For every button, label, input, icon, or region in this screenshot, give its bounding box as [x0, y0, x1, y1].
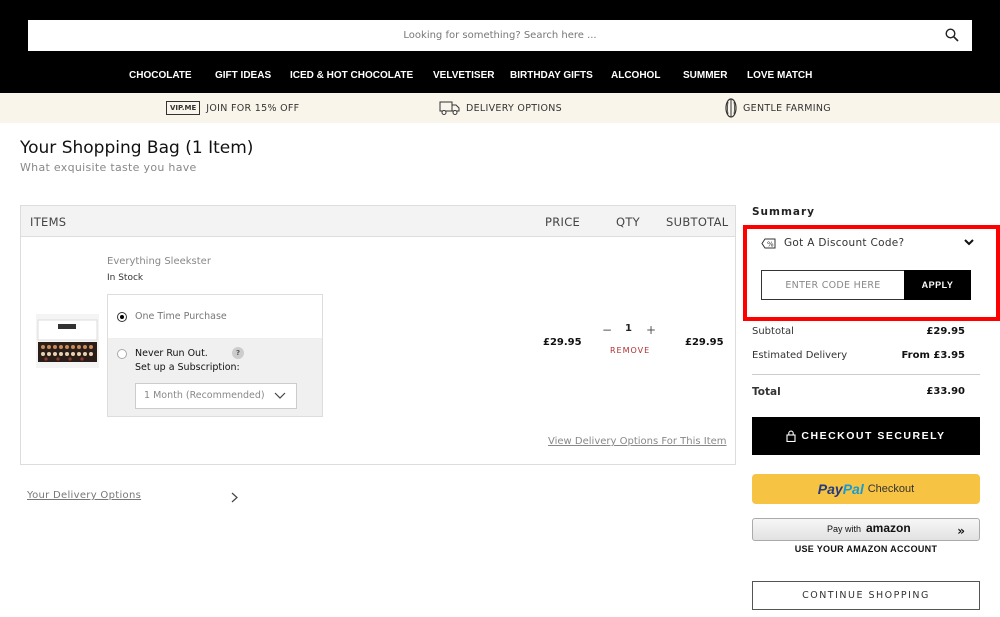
product-name[interactable]: Everything Sleekster: [107, 256, 211, 267]
qty-decrease-button[interactable]: −: [602, 323, 612, 337]
double-chevron-right-icon: »: [957, 524, 965, 538]
header-subtotal: SUBTOTAL: [666, 215, 729, 229]
perk-farming-label: GENTLE FARMING: [743, 102, 831, 114]
discount-tag-icon: %: [761, 238, 776, 249]
perk-farming[interactable]: GENTLE FARMING: [725, 93, 831, 123]
nav-item-velvetiser[interactable]: VELVETISER: [433, 70, 495, 81]
continue-shopping-button[interactable]: CONTINUE SHOPPING: [752, 581, 980, 610]
view-delivery-options-link[interactable]: View Delivery Options For This Item: [548, 436, 727, 447]
chevron-right-icon[interactable]: [231, 492, 238, 503]
nav-item-love-match[interactable]: LOVE MATCH: [747, 70, 812, 81]
subscription-frequency-select[interactable]: 1 Month (Recommended): [135, 383, 297, 409]
checkout-label: CHECKOUT SECURELY: [801, 430, 946, 442]
delivery-truck-icon: [439, 101, 460, 115]
option-subscription-label: Set up a Subscription:: [135, 362, 240, 373]
search-bar: [28, 20, 972, 51]
paypal-checkout-label: Checkout: [867, 483, 915, 495]
discount-code-input[interactable]: [761, 270, 905, 300]
search-icon[interactable]: [945, 28, 959, 42]
paypal-logo-pay: Pay: [817, 481, 843, 497]
header-qty: QTY: [616, 215, 641, 229]
estimated-delivery-label: Estimated Delivery: [752, 350, 848, 361]
product-image[interactable]: [36, 314, 99, 368]
bag-table-header: ITEMS PRICE QTY SUBTOTAL: [21, 206, 735, 237]
option-never-run-out-label: Never Run Out.: [135, 348, 208, 359]
paypal-logo-pal: Pal: [842, 481, 864, 497]
total-label: Total: [752, 386, 781, 398]
discount-code-label: Got A Discount Code?: [784, 237, 905, 249]
shopping-bag-table: ITEMS PRICE QTY SUBTOTAL Everything Slee…: [20, 205, 736, 465]
stock-status: In Stock: [107, 273, 144, 283]
summary-divider: [752, 374, 980, 375]
remove-item-link[interactable]: REMOVE: [610, 346, 650, 355]
header-items: ITEMS: [30, 215, 67, 229]
nav-item-iced-hot-chocolate[interactable]: ICED & HOT CHOCOLATE: [290, 70, 413, 81]
paypal-checkout-button[interactable]: Pay Pal Checkout: [752, 474, 980, 504]
nav-item-gift-ideas[interactable]: GIFT IDEAS: [215, 70, 271, 81]
amazon-pay-with-label: Pay with: [827, 524, 862, 534]
option-one-time-label: One Time Purchase: [135, 311, 227, 322]
summary-title: Summary: [752, 206, 816, 218]
qty-increase-button[interactable]: +: [646, 323, 656, 337]
cocoa-pod-icon: [725, 98, 737, 118]
nav-item-birthday-gifts[interactable]: BIRTHDAY GIFTS: [510, 70, 593, 81]
nav-item-summer[interactable]: SUMMER: [683, 70, 727, 81]
header-price: PRICE: [545, 215, 581, 229]
total-value: £33.90: [926, 386, 965, 397]
your-delivery-options-link[interactable]: Your Delivery Options: [27, 490, 141, 501]
discount-code-toggle[interactable]: % Got A Discount Code?: [752, 232, 980, 258]
amazon-pay-button[interactable]: Pay with amazon »: [752, 518, 980, 541]
item-price: £29.95: [543, 337, 582, 348]
page-subtitle: What exquisite taste you have: [20, 161, 197, 174]
purchase-options: One Time Purchase Never Run Out. Set up …: [107, 294, 323, 417]
vip-badge-icon: VIP.ME: [166, 101, 201, 115]
main-nav: CHOCOLATE GIFT IDEAS ICED & HOT CHOCOLAT…: [0, 70, 1000, 84]
checkout-securely-button[interactable]: CHECKOUT SECURELY: [752, 417, 980, 455]
radio-one-time[interactable]: [117, 312, 127, 322]
lock-icon: [786, 430, 796, 442]
help-icon[interactable]: ?: [232, 347, 244, 359]
chevron-down-icon: [274, 392, 286, 399]
amazon-logo: amazon: [866, 521, 911, 535]
search-input[interactable]: [28, 20, 972, 51]
subscription-frequency-value: 1 Month (Recommended): [144, 390, 265, 401]
qty-value[interactable]: 1: [625, 323, 632, 334]
svg-text:%: %: [767, 241, 774, 249]
subtotal-label: Subtotal: [752, 326, 794, 337]
perks-bar: VIP.ME JOIN FOR 15% OFF DELIVERY OPTIONS…: [0, 93, 1000, 123]
site-header: CHOCOLATE GIFT IDEAS ICED & HOT CHOCOLAT…: [0, 0, 1000, 93]
apply-discount-button[interactable]: APPLY: [904, 270, 971, 300]
option-one-time-purchase[interactable]: One Time Purchase: [108, 295, 322, 339]
perk-vip-label: JOIN FOR 15% OFF: [206, 102, 300, 114]
nav-item-chocolate[interactable]: CHOCOLATE: [129, 70, 192, 81]
perk-delivery[interactable]: DELIVERY OPTIONS: [439, 93, 562, 123]
estimated-delivery-value: From £3.95: [901, 350, 965, 361]
item-subtotal: £29.95: [685, 337, 724, 348]
page-title: Your Shopping Bag (1 Item): [20, 138, 254, 158]
radio-subscription[interactable]: [117, 349, 127, 359]
chevron-down-icon: [964, 239, 974, 246]
perk-delivery-label: DELIVERY OPTIONS: [466, 102, 562, 114]
subtotal-value: £29.95: [926, 326, 965, 337]
perk-vip[interactable]: VIP.ME JOIN FOR 15% OFF: [166, 93, 299, 123]
nav-item-alcohol[interactable]: ALCOHOL: [611, 70, 660, 81]
amazon-account-caption: USE YOUR AMAZON ACCOUNT: [794, 544, 938, 554]
